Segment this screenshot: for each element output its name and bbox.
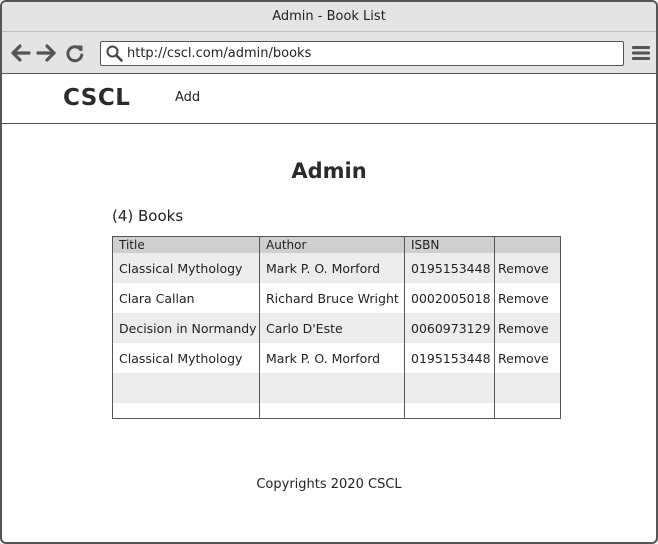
table-row: Clara Callan Richard Bruce Wright 000200… <box>113 283 560 313</box>
book-count-label: (4) Books <box>112 207 184 225</box>
reload-button[interactable] <box>64 42 86 64</box>
table-row: Classical Mythology Mark P. O. Morford 0… <box>113 343 560 373</box>
table-header: Title Author ISBN <box>113 237 560 253</box>
arrow-right-icon <box>36 44 56 62</box>
cell-title: Classical Mythology <box>119 260 243 276</box>
remove-button[interactable]: Remove <box>495 343 560 373</box>
cell-isbn: 0060973129 <box>411 320 491 336</box>
cell-title: Clara Callan <box>119 290 195 306</box>
cell-isbn: 0195153448 <box>411 260 491 276</box>
cell-isbn: 0002005018 <box>411 290 491 306</box>
page-title: Admin <box>291 159 367 183</box>
cell-title: Classical Mythology <box>119 350 243 366</box>
cell-author: Carlo D'Este <box>266 320 343 336</box>
search-icon <box>101 42 127 65</box>
hamburger-menu-icon[interactable] <box>631 43 651 63</box>
column-divider <box>494 237 495 418</box>
column-divider <box>404 237 405 418</box>
column-header-title: Title <box>119 238 145 252</box>
browser-toolbar: http://cscl.com/admin/books <box>2 32 656 74</box>
cell-author: Mark P. O. Morford <box>266 260 381 276</box>
cell-isbn: 0195153448 <box>411 350 491 366</box>
window-titlebar: Admin - Book List <box>2 2 656 32</box>
cell-author: Richard Bruce Wright <box>266 290 399 306</box>
books-table: Title Author ISBN Classical Mythology Ma… <box>112 236 561 419</box>
remove-button[interactable]: Remove <box>495 253 560 283</box>
site-logo[interactable]: CSCL <box>63 85 130 111</box>
footer-copyright: Copyrights 2020 CSCL <box>256 477 402 492</box>
table-row: Decision in Normandy Carlo D'Este 006097… <box>113 313 560 343</box>
site-header: CSCL Add <box>2 74 656 124</box>
window-title: Admin - Book List <box>272 9 386 24</box>
column-header-author: Author <box>266 238 307 252</box>
column-header-action <box>495 237 560 253</box>
back-button[interactable] <box>10 42 32 64</box>
reload-icon <box>66 45 84 63</box>
arrow-left-icon <box>11 44 31 62</box>
cell-title: Decision in Normandy <box>119 320 257 336</box>
table-row-empty <box>113 373 560 403</box>
cell-author: Mark P. O. Morford <box>266 350 381 366</box>
column-header-isbn: ISBN <box>411 238 440 252</box>
address-bar[interactable]: http://cscl.com/admin/books <box>100 41 624 66</box>
column-divider <box>259 237 260 418</box>
forward-button[interactable] <box>35 42 57 64</box>
remove-button[interactable]: Remove <box>495 313 560 343</box>
url-text: http://cscl.com/admin/books <box>127 46 312 61</box>
browser-window: Admin - Book List http://cscl.com/admin/… <box>0 0 658 544</box>
table-row: Classical Mythology Mark P. O. Morford 0… <box>113 253 560 283</box>
remove-button[interactable]: Remove <box>495 283 560 313</box>
nav-add-link[interactable]: Add <box>175 90 200 105</box>
table-row-empty <box>113 403 560 418</box>
